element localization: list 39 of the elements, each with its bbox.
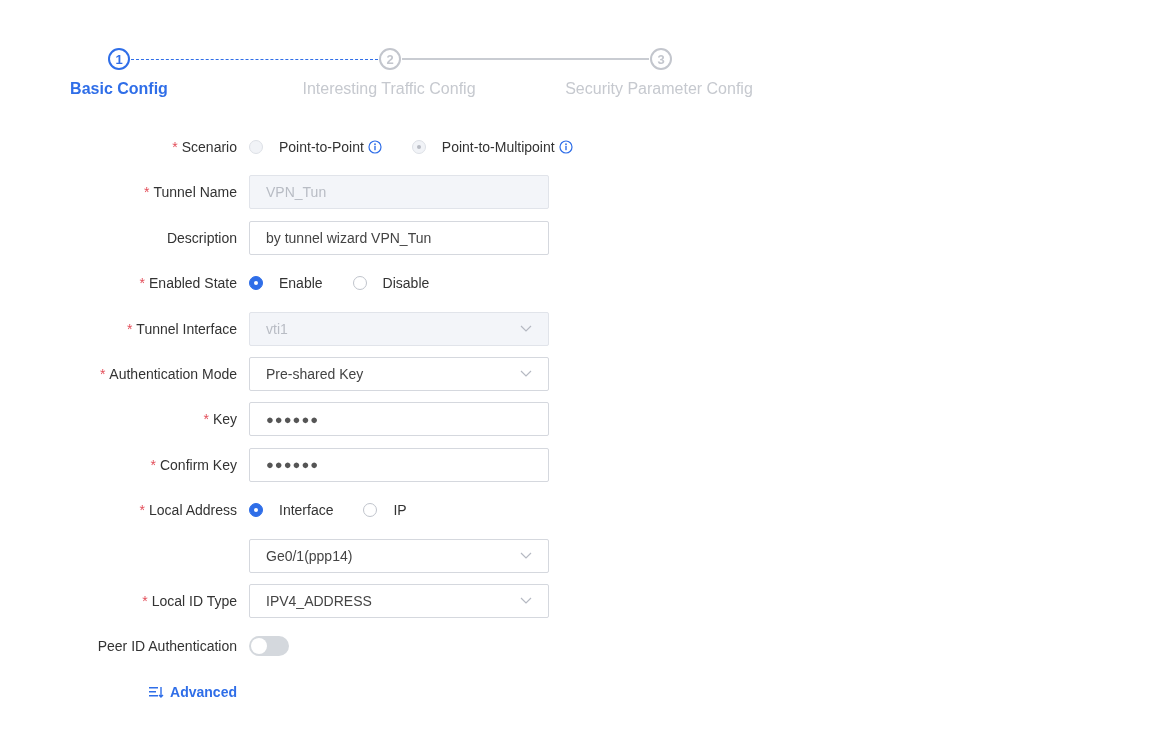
field-label: Tunnel Name: [153, 184, 237, 201]
dropdown[interactable]: Pre-shared Key: [249, 356, 549, 391]
field-label: Key: [212, 411, 237, 428]
field-label: Peer ID Authentication: [97, 638, 237, 655]
dropdown[interactable]: IPV4_ADDRESS: [249, 583, 549, 618]
step-number[interactable]: 1: [108, 48, 130, 70]
list-sort-icon: [149, 685, 165, 698]
input-field[interactable]: by tunnel wizard VPN_Tun: [249, 220, 549, 255]
field-label: Tunnel Interface: [136, 320, 237, 337]
advanced-link[interactable]: Advanced: [149, 683, 237, 700]
field-label: Enabled State: [149, 275, 237, 292]
field-label: Local Address: [149, 502, 237, 519]
required-mark: *: [172, 139, 178, 155]
required-mark: *: [150, 456, 156, 473]
chevron-down-icon: [520, 370, 532, 378]
radio-option[interactable]: Disable: [352, 275, 430, 292]
toggle-switch[interactable]: [249, 636, 289, 657]
field-label: Local ID Type: [151, 592, 237, 609]
field-label: Description: [166, 229, 237, 246]
required-mark: *: [139, 502, 146, 519]
dropdown[interactable]: Ge0/1(ppp14): [249, 538, 549, 573]
radio-option[interactable]: Interface: [249, 502, 334, 519]
password-field[interactable]: ●●●●●●: [249, 402, 549, 437]
chevron-down-icon: [520, 325, 532, 333]
required-mark: *: [126, 320, 133, 337]
required-mark: *: [144, 184, 150, 201]
password-field[interactable]: ●●●●●●: [249, 447, 549, 482]
required-mark: *: [203, 411, 209, 428]
required-mark: *: [139, 275, 146, 292]
radio-option[interactable]: IP: [363, 502, 407, 519]
chevron-down-icon: [520, 597, 532, 605]
required-mark: *: [142, 592, 148, 609]
step-title[interactable]: Basic Config: [0, 80, 254, 98]
required-mark: *: [99, 365, 106, 382]
field-label: Confirm Key: [159, 456, 237, 473]
field-label: Authentication Mode: [109, 365, 237, 382]
field-label: Scenario: [181, 139, 237, 155]
chevron-down-icon: [520, 552, 532, 559]
radio-option[interactable]: Enable: [249, 275, 323, 292]
